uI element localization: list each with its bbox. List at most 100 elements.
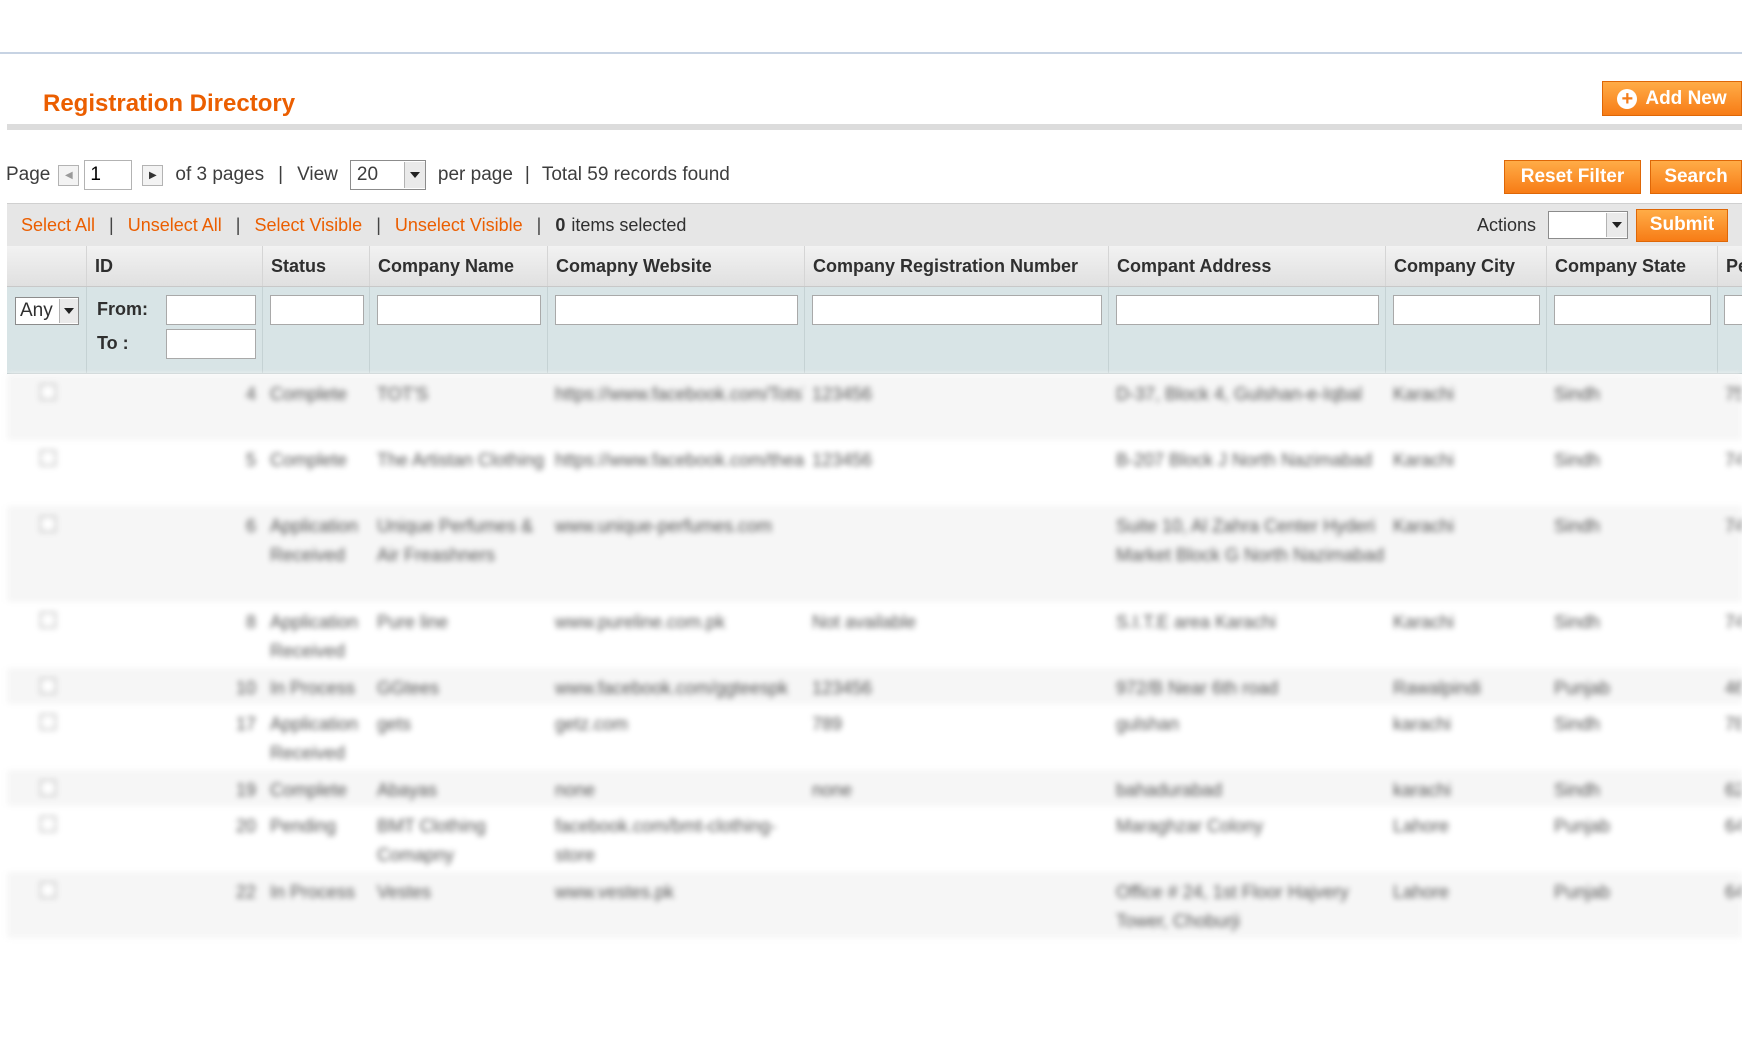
row-checkbox[interactable] [40, 450, 56, 466]
cell-next: 64 [1725, 882, 1742, 902]
cell-status: Application Received [270, 714, 359, 763]
cell-status: Complete [270, 780, 348, 800]
row-checkbox[interactable] [40, 384, 56, 400]
header-state[interactable]: Company State [1546, 246, 1717, 286]
reset-filter-button[interactable]: Reset Filter [1504, 160, 1641, 194]
filter-address-cell [1108, 287, 1385, 373]
mass-separator: | [376, 214, 381, 235]
row-checkbox[interactable] [40, 516, 56, 532]
filter-id-to[interactable] [166, 329, 256, 359]
header-status[interactable]: Status [262, 246, 369, 286]
filter-to-label: To : [97, 333, 129, 353]
filter-from-label: From: [97, 299, 148, 319]
header-next-column[interactable]: Pe [1717, 246, 1742, 286]
cell-reg: none [812, 780, 853, 800]
cell-city: Karachi [1393, 450, 1455, 470]
search-button[interactable]: Search [1650, 160, 1742, 194]
cell-reg: Not available [812, 612, 917, 632]
cell-state: Sindh [1554, 780, 1601, 800]
cell-id: 8 [245, 612, 256, 632]
table-row[interactable]: 6 Application Received Unique Perfumes & A… [7, 506, 1742, 602]
plus-icon: + [1617, 88, 1638, 109]
cell-state: Punjab [1554, 882, 1611, 902]
filter-reg-number-input[interactable] [812, 295, 1102, 325]
cell-next: 75 [1725, 384, 1742, 404]
cell-status: Pending [270, 816, 337, 836]
page-input[interactable] [84, 160, 133, 190]
header-city[interactable]: Company City [1385, 246, 1546, 286]
per-page-select[interactable]: 20 [349, 160, 426, 190]
cell-address: gulshan [1116, 714, 1180, 734]
select-visible-link[interactable]: Select Visible [254, 215, 362, 236]
top-divider [0, 52, 1742, 54]
table-row[interactable]: 5 Complete The Artistan Clothing https://ww… [7, 440, 1742, 506]
filter-address-input[interactable] [1116, 295, 1379, 325]
table-row[interactable]: 19 Complete Abayas none none bahadurabad karac… [7, 770, 1742, 806]
header-id[interactable]: ID [86, 246, 262, 286]
cell-state: Punjab [1554, 816, 1611, 836]
table-row[interactable]: 20 Pending BMT Clothing Comapny facebook.co… [7, 806, 1742, 872]
cell-reg: 123456 [812, 678, 873, 698]
filter-company-name-cell [369, 287, 547, 373]
table-row[interactable]: 10 In Process GGtees www.facebook.com/ggtee… [7, 668, 1742, 704]
filter-city-input[interactable] [1393, 295, 1540, 325]
cell-name: GGtees [377, 678, 440, 698]
cell-status: Complete [270, 384, 348, 404]
cell-name: Pure line [377, 612, 449, 632]
next-page-icon[interactable]: ▶ [142, 164, 164, 186]
filter-website-input[interactable] [555, 295, 798, 325]
header-website[interactable]: Comapny Website [547, 246, 804, 286]
cell-address: 972/B Near 6th road [1116, 678, 1279, 698]
cell-name: Unique Perfumes & Air Freashners [377, 516, 534, 565]
table-row[interactable]: 4 Complete TOT'S https://www.facebook.com/T… [7, 374, 1742, 440]
header-company-name[interactable]: Company Name [369, 246, 547, 286]
actions-select[interactable] [1548, 211, 1628, 239]
unselect-visible-link[interactable]: Unselect Visible [395, 215, 523, 236]
row-checkbox[interactable] [40, 780, 56, 796]
cell-name: Abayas [377, 780, 438, 800]
cell-status: In Process [270, 882, 356, 902]
row-checkbox[interactable] [40, 678, 56, 694]
filter-next-input[interactable] [1724, 295, 1742, 325]
cell-state: Sindh [1554, 384, 1601, 404]
filter-state-input[interactable] [1554, 295, 1711, 325]
filter-id-from[interactable] [166, 295, 256, 325]
add-new-button[interactable]: + Add New [1602, 81, 1742, 116]
submit-button[interactable]: Submit [1636, 208, 1728, 242]
pager-separator: | [278, 164, 284, 185]
header-address[interactable]: Compant Address [1108, 246, 1385, 286]
row-checkbox[interactable] [40, 816, 56, 832]
select-all-link[interactable]: Select All [21, 215, 95, 236]
header-reg-number[interactable]: Company Registration Number [804, 246, 1108, 286]
filter-status-input[interactable] [270, 295, 364, 325]
row-checkbox[interactable] [40, 714, 56, 730]
table-row[interactable]: 8 Application Received Pure line www.pureli… [7, 602, 1742, 668]
prev-page-icon[interactable]: ◀ [58, 164, 80, 186]
cell-reg: 123456 [812, 384, 873, 404]
filter-company-name-input[interactable] [377, 295, 541, 325]
cell-reg [804, 812, 1108, 870]
cell-next: 74 [1725, 450, 1742, 470]
selected-count-label: items selected [571, 214, 687, 235]
mass-separator: | [235, 214, 241, 235]
cell-address: bahadurabad [1116, 780, 1223, 800]
filter-reg-number-cell [804, 287, 1108, 373]
cell-city: Karachi [1393, 384, 1455, 404]
cell-reg: 123456 [812, 450, 873, 470]
cell-website: getz.com [555, 714, 629, 734]
table-row[interactable]: 17 Application Received gets getz.com 789 gul… [7, 704, 1742, 770]
row-checkbox[interactable] [40, 882, 56, 898]
massaction-filter-select[interactable]: Any [15, 297, 79, 325]
cell-name: Vestes [377, 882, 432, 902]
cell-name: TOT'S [377, 384, 429, 404]
cell-city: Rawalpindi [1393, 678, 1482, 698]
cell-status: Application Received [270, 516, 359, 565]
filter-status-cell [262, 287, 369, 373]
pager-separator: | [524, 164, 530, 185]
actions-label: Actions [1476, 214, 1536, 235]
table-row[interactable]: 22 In Process Vestes www.vestes.pk Office # … [7, 872, 1742, 938]
cell-address: D-37, Block 4, Gulshan-e-Iqbal [1116, 384, 1363, 404]
unselect-all-link[interactable]: Unselect All [128, 215, 222, 236]
row-checkbox[interactable] [40, 612, 56, 628]
massaction-filter-value: Any [20, 300, 53, 321]
